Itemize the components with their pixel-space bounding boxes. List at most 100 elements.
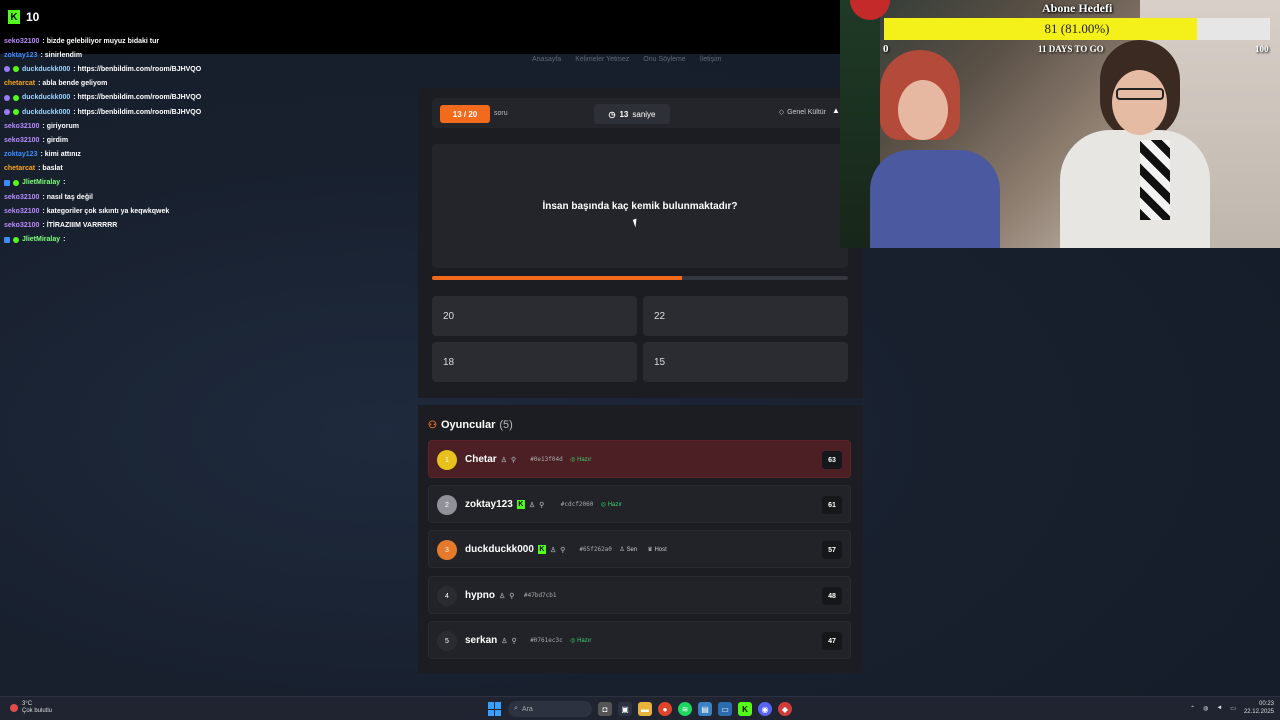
chat-text: : https://benbildim.com/room/BJHVQO [73,65,202,73]
category-label: Genel Kültür [787,108,826,116]
nav-words[interactable]: Kelimeler Yetmez [575,56,629,63]
user-icon: ♙ [501,637,508,645]
chat-message: chetarcat: abla bende geliyom [4,77,324,91]
answer-option-4[interactable]: 15 [643,342,848,382]
clock-date: 22.12.2025 [1243,709,1274,715]
chat-username[interactable]: JlietMiralay [22,179,60,186]
time-progress-fill [432,276,682,280]
timer-label: saniye [632,109,656,119]
chat-message: JlietMiralay: [4,233,324,247]
chat-username[interactable]: seko32100 [4,38,39,45]
chat-username[interactable]: duckduckk000 [22,66,70,73]
chat-username[interactable]: seko32100 [4,222,39,229]
vip-badge-icon [13,179,19,186]
user-icon: ♙ [500,456,507,464]
chevron-up-icon[interactable]: ⌃ [1190,705,1195,712]
user-icon: ♙ [499,592,506,600]
windows-start-icon[interactable] [488,702,502,716]
chat-username[interactable]: chetarcat [4,80,35,87]
taskbar-search[interactable]: ⌕ Ara [508,701,592,717]
app-icon[interactable]: ▤ [698,702,712,716]
chat-username[interactable]: JlietMiralay [22,236,60,243]
answer-option-3[interactable]: 18 [432,342,637,382]
chat-username[interactable]: seko32100 [4,123,39,130]
chat-username[interactable]: seko32100 [4,208,39,215]
badge-label: Host [654,547,667,553]
weather-icon [10,704,18,712]
player-score: 61 [822,496,842,514]
chat-username[interactable]: duckduckk000 [22,109,70,116]
chat-text: : bizde gelebiliyor muyuz bidaki tur [42,37,160,45]
site-nav: Anasayfa Kelimeler Yetmez Onu Söyleme İl… [532,56,721,63]
user-plus-icon[interactable]: ⚲ [512,637,517,645]
battery-icon[interactable]: ▭ [1230,705,1236,712]
network-icon[interactable]: ◍ [1203,705,1208,712]
player-rank: 5 [437,631,457,651]
player-rank: 1 [437,450,457,470]
spotify-icon[interactable]: ≋ [678,702,692,716]
player-row: 2 zoktay123 K ♙ ⚲ #cdcf2060 ◎ Hazır 61 [428,485,851,523]
kick-badge-icon: K [516,500,525,509]
verified-badge-icon [13,109,19,116]
answer-option-1[interactable]: 20 [432,296,637,336]
sub-goal-text: 81 (81.00%) [1044,21,1110,36]
task-view-icon[interactable]: ▣ [618,702,632,716]
clock-icon: ◷ [608,109,616,119]
player-name: duckduckk000 [465,544,534,555]
kick-badge-icon: K [537,545,546,554]
player-name: zoktay123 [465,499,513,510]
answer-option-2[interactable]: 22 [643,296,848,336]
chat-username[interactable]: duckduckk000 [22,94,70,101]
discord-icon[interactable]: ◉ [758,702,772,716]
player-row: 4 hypno ♙ ⚲ #47bd7cb1 48 [428,576,851,614]
chat-message: duckduckk000: https://benbildim.com/room… [4,62,324,76]
check-icon: ◎ [600,502,608,508]
clock[interactable]: 00:23 22.12.2025 [1244,700,1274,716]
speaker-icon[interactable]: ◄ [1216,705,1222,711]
chat-text: : kategoriler çok sıkıntı ya keqwkqwek [42,207,170,215]
you-badge: ♙ Sen [619,546,637,553]
app-red-icon[interactable]: ◆ [778,702,792,716]
ready-status: ◎ Hazır [570,456,591,463]
player-row: 5 serkan ♙ ⚲ #0761ec3c ◎ Hazır 47 [428,621,851,659]
chat-username[interactable]: zoktay123 [4,151,37,158]
chat-username[interactable]: zoktay123 [4,52,37,59]
weather-widget[interactable]: 3°C Çok bulutlu [10,701,52,715]
question-text: İnsan başında kaç kemik bulunmaktadır? [542,200,738,212]
monitor-icon[interactable]: ▭ [718,702,732,716]
player-code: #65f262a0 [579,546,612,553]
kick-logo-icon: K [8,10,20,24]
streamer-left [860,40,1010,248]
sub-goal-min: 0 [883,43,889,55]
system-tray: ⌃ ◍ ◄ ▭ 00:23 22.12.2025 [1190,700,1274,716]
chat-username[interactable]: chetarcat [4,165,35,172]
chat-text: : [63,179,66,187]
chat-message: zoktay123: sinirlendim [4,48,324,62]
player-code: #47bd7cb1 [524,592,557,599]
kick-app-icon[interactable]: K [738,702,752,716]
file-explorer-icon[interactable]: ▬ [638,702,652,716]
nav-taboo[interactable]: Onu Söyleme [643,56,685,63]
user-plus-icon[interactable]: ⚲ [511,456,516,464]
chat-message: zoktay123: kimi attınız [4,148,324,162]
verified-badge-icon [13,66,19,73]
player-code: #cdcf2060 [560,501,594,508]
viewer-count: K 10 [8,10,39,24]
clock-time: 00:23 [1258,701,1274,707]
player-name: hypno [465,590,495,601]
chat-username[interactable]: seko32100 [4,137,39,144]
nav-contact[interactable]: İletişim [700,56,722,63]
chat-text: : abla bende geliyom [38,80,108,88]
browser-icon[interactable]: ● [658,702,672,716]
user-plus-icon[interactable]: ⚲ [539,501,544,509]
user-plus-icon[interactable]: ⚲ [560,546,565,554]
chat-text: : İTİRAZIIIM VARRRRR [42,222,118,230]
player-row: 3 duckduckk000 K ♙ ⚲ #65f262a0 ♙ Sen ♛ Host 57 [428,530,851,568]
chat-username[interactable]: seko32100 [4,194,39,201]
chat-text: : https://benbildim.com/room/BJHVQO [73,108,202,116]
widgets-icon[interactable]: ◘ [598,702,612,716]
chat-message: JlietMiralay: [4,176,324,190]
user-plus-icon[interactable]: ⚲ [509,592,514,600]
nav-home[interactable]: Anasayfa [532,56,561,63]
chat-message: duckduckk000: https://benbildim.com/room… [4,91,324,105]
